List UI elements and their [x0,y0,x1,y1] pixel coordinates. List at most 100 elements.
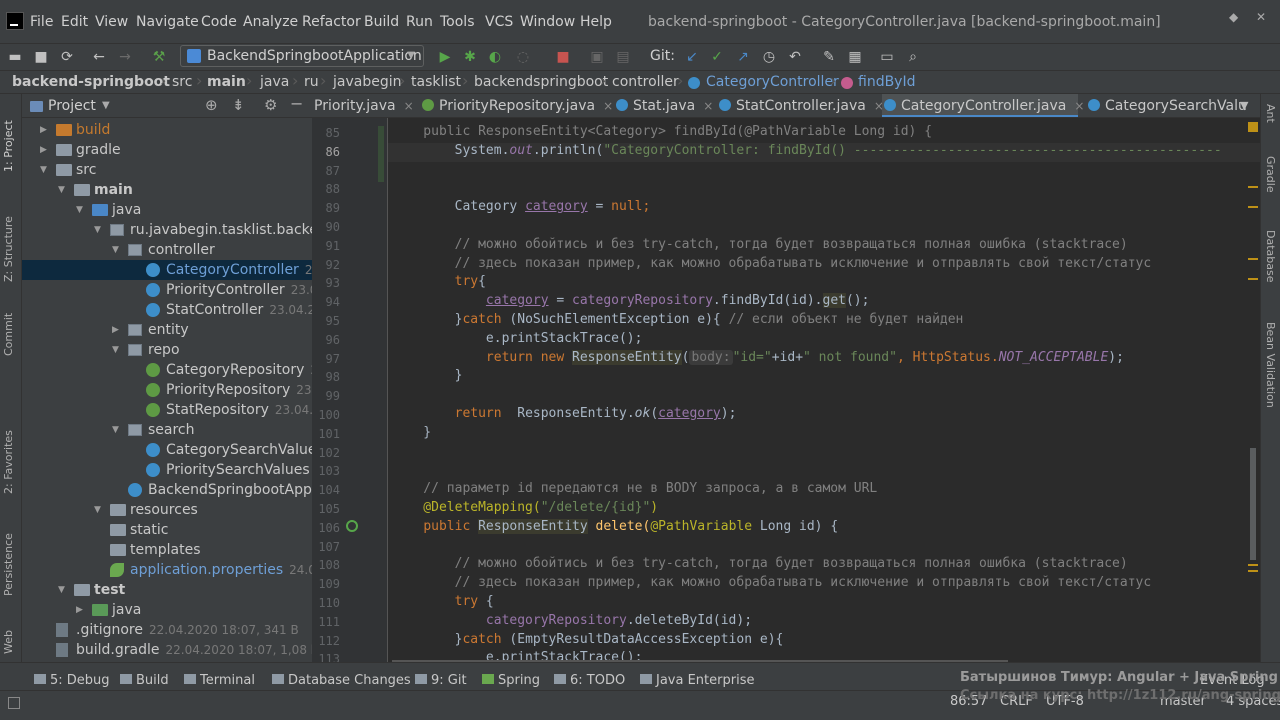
git-push-icon[interactable]: ↗ [732,46,754,68]
menu-vcs[interactable]: VCS [485,14,513,30]
save-all-icon[interactable]: ■ [30,46,52,68]
tree-item[interactable]: ▼ java [22,200,312,220]
breadcrumb-item[interactable]: javabegin [333,74,401,90]
breadcrumb-item[interactable]: tasklist [411,74,461,90]
menu-edit[interactable]: Edit [61,14,88,30]
tool-window-project[interactable]: 1: Project [2,102,15,172]
menu-code[interactable]: Code [201,14,237,30]
code-line[interactable]: }catch (EmptyResultDataAccessException e… [392,632,784,647]
tool-todo[interactable]: 6: TODO [554,673,625,688]
tree-item[interactable]: ▶ build [22,120,312,140]
tool-window-ant[interactable]: Ant [1264,104,1277,144]
tab-category-controller[interactable]: CategoryController.java × [882,94,1084,117]
build-hammer-icon[interactable]: ⚒ [148,46,170,68]
close-icon[interactable]: × [603,99,613,113]
breadcrumb-item[interactable]: findById [858,74,915,90]
tree-item[interactable]: PrioritySearchValues [22,460,312,480]
tool-database-changes[interactable]: Database Changes [272,673,411,688]
tree-item[interactable]: ▼ repo [22,340,312,360]
tree-item[interactable]: build.gradle 22.04.2020 18:07, 1,08 kB [22,640,312,660]
tree-item[interactable]: static [22,520,312,540]
menu-navigate[interactable]: Navigate [136,14,199,30]
locate-icon[interactable]: ⊕ [205,96,218,114]
tree-expand-icon[interactable]: ▼ [76,200,83,220]
tree-item[interactable]: ▼ resources [22,500,312,520]
close-icon[interactable]: × [703,99,713,113]
code-line[interactable]: try{ [392,274,486,289]
project-structure-icon[interactable]: ▦ [844,46,866,68]
chevron-down-icon[interactable]: ▼ [102,100,110,111]
open-folder-icon[interactable]: ▬ [4,46,26,68]
settings-wrench-icon[interactable]: ✎ [818,46,840,68]
search-icon[interactable]: ⌕ [902,46,924,68]
stop-icon[interactable]: ■ [552,46,574,68]
close-icon[interactable]: × [1074,99,1084,113]
breadcrumb-item[interactable]: ru [304,74,319,90]
code-line[interactable]: e.printStackTrace(); [392,331,643,346]
tree-item[interactable]: .gitignore 22.04.2020 18:07, 341 B [22,620,312,640]
tree-item[interactable]: ▼ src [22,160,312,180]
forward-icon[interactable]: → [114,46,136,68]
tool-git[interactable]: 9: Git [415,673,467,688]
tool-window-bean-validation[interactable]: Bean Validation [1264,322,1277,432]
git-update-icon[interactable]: ↙ [681,46,703,68]
tool-build[interactable]: Build [120,673,169,688]
attach-icon[interactable]: ▣ [586,46,608,68]
tree-item[interactable]: ▼ search [22,420,312,440]
tab-priority-repository[interactable]: PriorityRepository.java × [420,94,613,117]
code-line[interactable]: } [392,425,431,440]
tree-expand-icon[interactable]: ▶ [40,120,47,140]
update-icon[interactable]: ▤ [612,46,634,68]
code-line[interactable]: Category category = null; [392,199,651,214]
menu-help[interactable]: Help [580,14,612,30]
tabs-dropdown-icon[interactable]: ▼ [1240,99,1248,112]
code-line[interactable]: try { [392,594,494,609]
code-line[interactable]: category = categoryRepository.findById(i… [392,293,869,309]
breadcrumb-item[interactable]: src [172,74,192,90]
tool-window-structure[interactable]: Z: Structure [2,192,15,282]
tree-expand-icon[interactable]: ▼ [58,180,65,200]
tree-item[interactable]: CategoryRepository2 [22,360,312,380]
tree-item[interactable]: ▼ ru.javabegin.tasklist.backen [22,220,312,240]
coverage-icon[interactable]: ◐ [484,46,506,68]
tool-window-commit[interactable]: Commit [2,296,15,356]
breadcrumb-item[interactable]: main [207,74,246,90]
tree-expand-icon[interactable]: ▼ [112,420,119,440]
menu-analyze[interactable]: Analyze [243,14,298,30]
profile-icon[interactable]: ◌ [512,46,534,68]
code-line[interactable]: // можно обойтись и без try-catch, тогда… [392,556,1128,571]
tree-item[interactable]: PriorityController 23.0 [22,280,312,300]
code-line[interactable]: // здесь показан пример, как можно обраб… [392,256,1152,271]
tree-item[interactable]: ▶ entity [22,320,312,340]
tool-window-database[interactable]: Database [1264,230,1277,310]
run-config-select[interactable]: BackendSpringbootApplication ▼ [180,45,424,67]
tab-stat-controller[interactable]: StatController.java × [717,94,884,117]
project-panel-title[interactable]: Project [48,98,96,114]
tab-category-search-values[interactable]: CategorySearchValu [1086,94,1247,117]
tree-item[interactable]: ▼ main [22,180,312,200]
tree-item[interactable]: CategorySearchValues [22,440,312,460]
tree-expand-icon[interactable]: ▼ [112,340,119,360]
breadcrumb-item[interactable]: backendspringboot [474,74,608,90]
tree-item[interactable]: templates [22,540,312,560]
code-line[interactable]: } [392,368,463,383]
tool-window-web[interactable]: Web [2,614,15,654]
code-line[interactable]: // здесь показан пример, как можно обраб… [392,575,1152,590]
menu-run[interactable]: Run [406,14,433,30]
tool-terminal[interactable]: Terminal [184,673,255,688]
tree-expand-icon[interactable]: ▼ [94,500,101,520]
code-line[interactable]: return new ResponseEntity(body: "id="+id+… [392,349,1124,365]
breadcrumb-item[interactable]: CategoryController [706,74,839,90]
tree-item[interactable]: ▼ controller [22,240,312,260]
tool-window-favorites[interactable]: 2: Favorites [2,412,15,494]
warning-icon[interactable] [1248,122,1258,132]
menu-view[interactable]: View [95,14,128,30]
tree-item[interactable]: BackendSpringbootAppli [22,480,312,500]
code-line[interactable]: // можно обойтись и без try-catch, тогда… [392,237,1128,252]
tree-item[interactable]: CategoryController 24 [22,260,312,280]
close-icon[interactable]: × [404,99,414,113]
breadcrumb-item[interactable]: java [260,74,289,90]
tree-expand-icon[interactable]: ▼ [94,220,101,240]
tree-expand-icon[interactable]: ▼ [58,580,65,600]
code-line[interactable]: public ResponseEntity delete(@PathVariab… [392,518,838,534]
